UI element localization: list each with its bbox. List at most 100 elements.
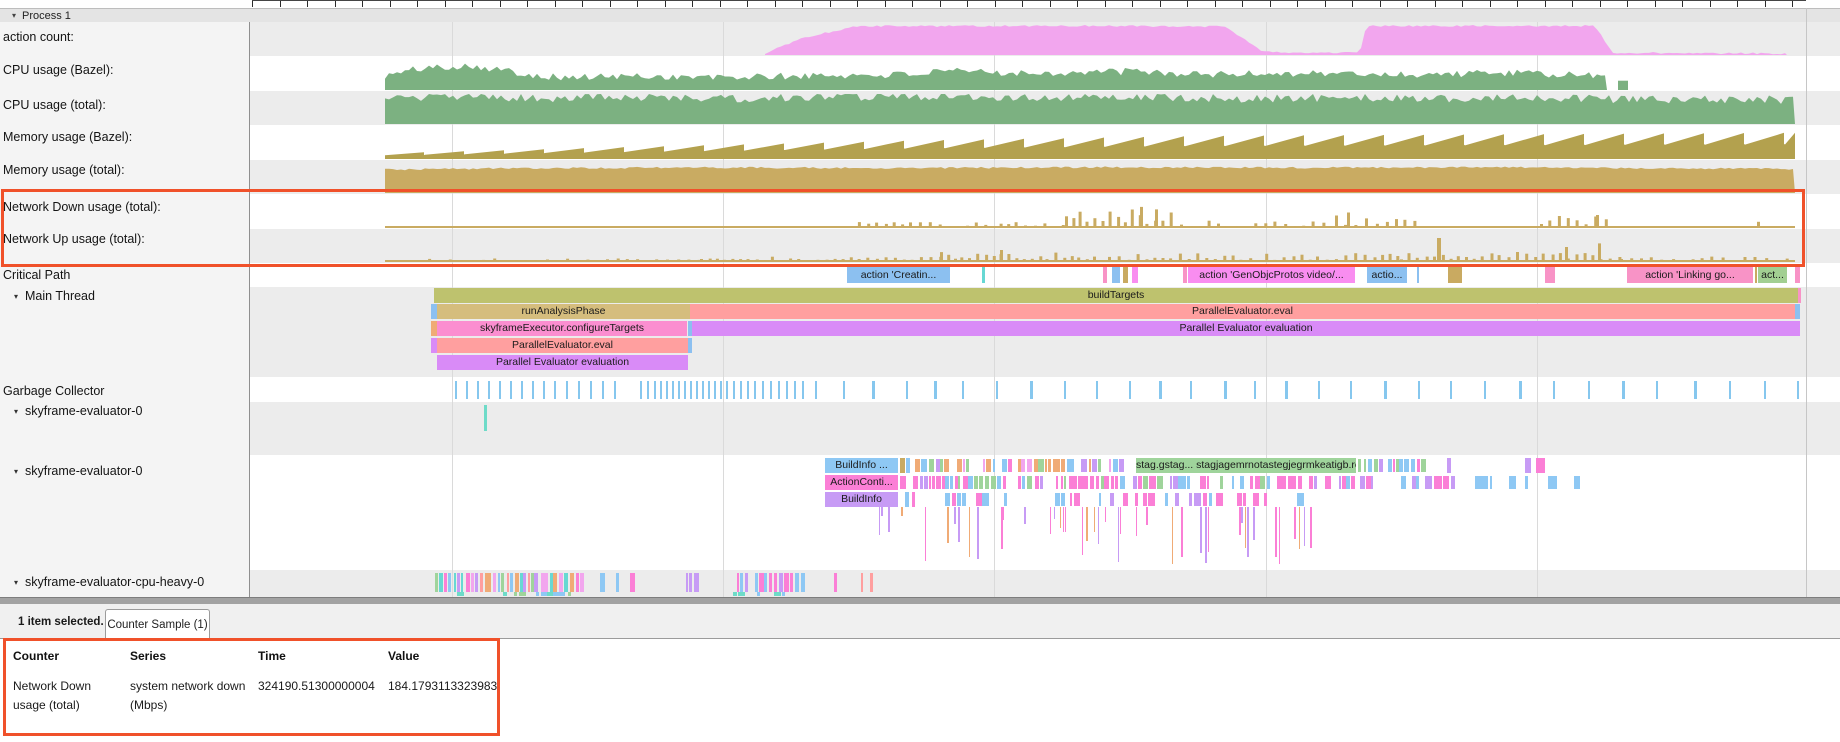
timeline-span[interactable] (1416, 476, 1419, 489)
tab-counter-sample[interactable]: Counter Sample (1) (105, 609, 210, 640)
timeline-span[interactable] (1143, 476, 1149, 489)
timeline-span[interactable] (905, 492, 909, 507)
timeline-span[interactable] (576, 573, 579, 592)
timeline-span[interactable] (1061, 493, 1065, 506)
timeline-span[interactable] (1082, 507, 1084, 555)
gc-event[interactable] (1190, 381, 1192, 399)
timeline-span[interactable] (1135, 493, 1138, 506)
timeline-span[interactable] (1448, 267, 1462, 283)
timeline-span[interactable] (1447, 458, 1451, 473)
timeline-span[interactable] (1755, 267, 1757, 283)
timeline-span[interactable] (1120, 507, 1121, 534)
gc-event[interactable] (521, 381, 523, 399)
gc-event[interactable] (578, 381, 580, 399)
gc-event[interactable] (1418, 381, 1420, 399)
gc-event[interactable] (778, 381, 780, 399)
timeline-span-runanalysisphase[interactable]: runAnalysisPhase (437, 304, 690, 319)
timeline-span[interactable] (564, 573, 568, 592)
timeline-span[interactable] (834, 573, 837, 592)
timeline-span[interactable] (1153, 476, 1156, 489)
timeline-span[interactable] (1411, 459, 1415, 472)
gc-event[interactable] (684, 381, 686, 399)
gc-event[interactable] (654, 381, 656, 399)
timeline-span[interactable] (1200, 476, 1206, 489)
gc-event[interactable] (466, 381, 468, 399)
timeline-span[interactable] (1024, 507, 1026, 524)
timeline-span[interactable] (879, 507, 880, 535)
gc-event[interactable] (762, 381, 764, 399)
timeline-span[interactable] (1098, 507, 1100, 544)
gc-event[interactable] (554, 381, 556, 399)
timeline-span[interactable] (968, 476, 973, 489)
timeline-span[interactable] (1123, 493, 1129, 506)
timeline-span[interactable] (568, 592, 572, 596)
timeline-span[interactable] (915, 459, 920, 472)
timeline-span[interactable] (1103, 267, 1107, 283)
timeline-span[interactable] (1061, 476, 1064, 489)
timeline-span[interactable] (782, 592, 785, 596)
gc-event[interactable] (1588, 381, 1590, 399)
gc-event[interactable] (962, 381, 964, 399)
timeline-span[interactable] (616, 573, 619, 592)
timeline-span[interactable] (1132, 267, 1138, 283)
timeline-span[interactable] (737, 573, 739, 592)
timeline-span[interactable] (1018, 476, 1021, 489)
timeline-span[interactable] (1795, 267, 1800, 283)
gc-event[interactable] (1064, 381, 1066, 399)
timeline-span-actionconti-[interactable]: ActionConti... (825, 475, 898, 490)
gc-event[interactable] (747, 381, 749, 399)
timeline-span[interactable] (1309, 476, 1313, 489)
timeline-span[interactable] (1063, 507, 1065, 532)
counter-chart-action-count[interactable] (0, 22, 1840, 56)
timeline-span[interactable] (974, 476, 979, 489)
gc-event[interactable] (1484, 381, 1486, 399)
gc-event[interactable] (1096, 381, 1098, 399)
sidebar-row-network-down-usage-total[interactable]: Network Down usage (total): (0, 200, 245, 215)
gc-event[interactable] (488, 381, 490, 399)
timeline-span[interactable] (982, 267, 985, 283)
gc-event[interactable] (690, 381, 692, 399)
timeline-span[interactable] (1165, 493, 1168, 506)
timeline-span[interactable] (1299, 507, 1300, 549)
timeline-span[interactable] (439, 573, 442, 592)
timeline-span-parallelevaluator-eval[interactable]: ParallelEvaluator.eval (437, 338, 688, 353)
timeline-span[interactable] (991, 476, 996, 489)
timeline-span[interactable] (945, 476, 949, 489)
timeline-span[interactable] (1082, 476, 1087, 489)
timeline-span[interactable] (1112, 267, 1120, 283)
timeline-span[interactable] (1267, 476, 1270, 489)
gc-event[interactable] (843, 381, 845, 399)
timeline-span[interactable] (1451, 476, 1455, 489)
timeline-span[interactable] (962, 493, 966, 506)
timeline-span[interactable] (969, 507, 970, 531)
timeline-span[interactable] (489, 573, 491, 592)
timeline-span[interactable] (977, 507, 979, 559)
timeline-span[interactable] (1070, 493, 1072, 506)
timeline-span[interactable] (759, 573, 764, 592)
timeline-span[interactable] (1434, 476, 1442, 489)
timeline-span[interactable] (1098, 459, 1101, 472)
gc-event[interactable] (1450, 381, 1452, 399)
gc-event[interactable] (602, 381, 604, 399)
sidebar-row-skyframe-evaluator-0[interactable]: ▾skyframe-evaluator-0 (0, 464, 245, 479)
timeline-span[interactable] (1105, 507, 1107, 522)
timeline-span[interactable] (979, 476, 983, 489)
timeline-span[interactable] (1220, 476, 1224, 489)
timeline-span[interactable] (929, 459, 934, 472)
sidebar-row-skyframe-evaluator-0[interactable]: ▾skyframe-evaluator-0 (0, 404, 245, 419)
gc-event[interactable] (906, 381, 908, 399)
gc-event[interactable] (455, 381, 457, 399)
timeline-span[interactable] (559, 573, 564, 592)
gc-event[interactable] (590, 381, 592, 399)
timeline-canvas[interactable]: action 'Creatin...action 'GenObjcProtos … (0, 0, 1840, 597)
timeline-span[interactable] (779, 573, 784, 592)
timeline-span-action-genobjcprotos-vid[interactable]: action 'GenObjcProtos video/... (1188, 267, 1355, 283)
timeline-span-buildtargets[interactable]: buildTargets (434, 288, 1798, 303)
timeline-span[interactable] (689, 573, 692, 592)
timeline-span[interactable] (1364, 459, 1367, 472)
timeline-span[interactable] (1482, 476, 1488, 489)
gc-event[interactable] (872, 381, 875, 399)
gc-event[interactable] (1350, 381, 1352, 399)
timeline-span[interactable] (1475, 476, 1483, 489)
sidebar-row-memory-usage-bazel[interactable]: Memory usage (Bazel): (0, 130, 245, 145)
